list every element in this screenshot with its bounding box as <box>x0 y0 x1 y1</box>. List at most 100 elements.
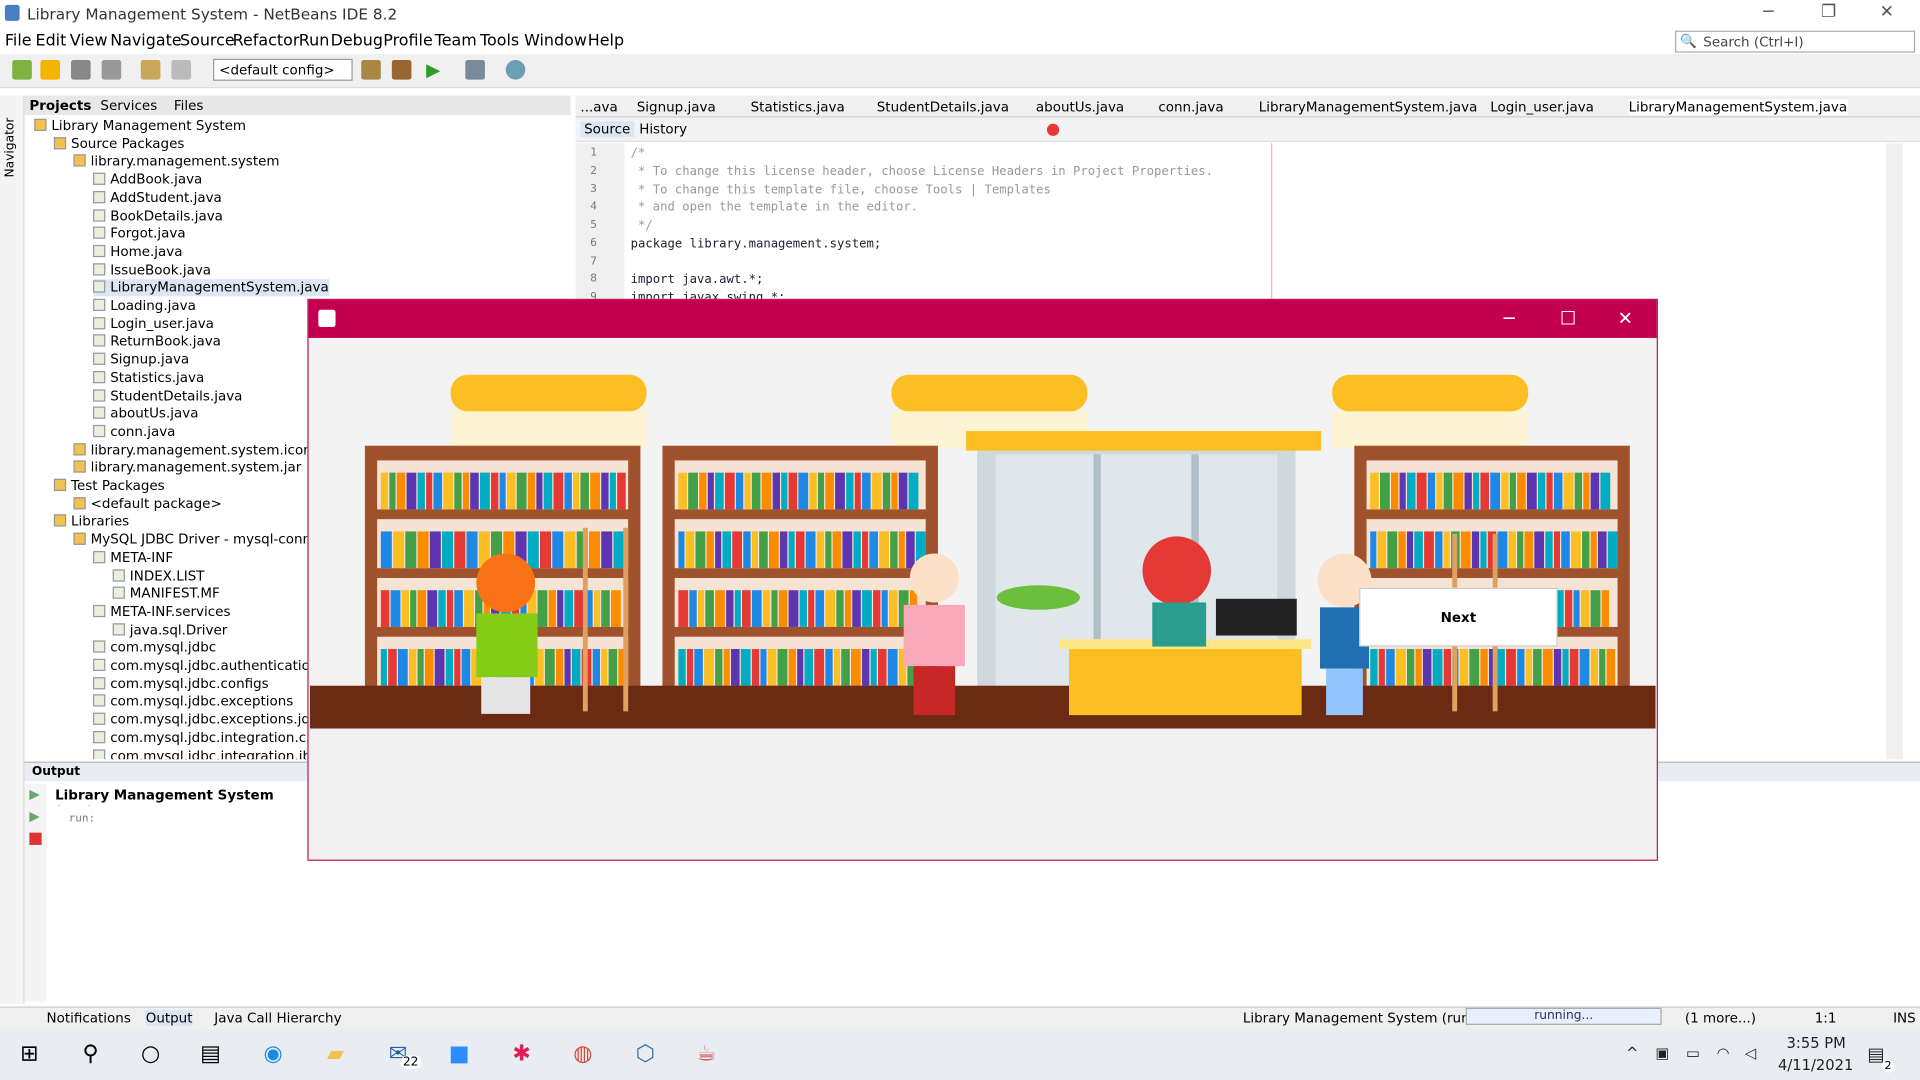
run-icon[interactable]: ▶ <box>426 59 440 81</box>
tree-node[interactable]: AddBook.java <box>93 172 202 189</box>
editor-tab[interactable]: Login_user.java <box>1490 99 1594 115</box>
task-view-icon[interactable]: ▤ <box>196 1041 225 1068</box>
new-file-icon[interactable] <box>12 60 32 80</box>
tree-node[interactable]: Forgot.java <box>93 226 186 243</box>
search-input[interactable]: Search (Ctrl+I) <box>1675 30 1916 53</box>
menu-profile[interactable]: Profile <box>383 32 432 50</box>
menu-tools[interactable]: Tools <box>480 32 519 50</box>
more-tasks[interactable]: (1 more...) <box>1685 1010 1756 1026</box>
tree-node[interactable]: com.mysql.jdbc.exceptions <box>93 694 293 711</box>
editor-tab-active[interactable]: LibraryManagementSystem.java <box>1628 99 1848 116</box>
output-status-tab[interactable]: Output <box>145 1010 193 1027</box>
maximize-button[interactable]: ❐ <box>1821 2 1836 22</box>
close-button[interactable]: ✕ <box>1880 2 1894 22</box>
tree-node[interactable]: library.management.system.icons <box>73 442 319 459</box>
menu-refactor[interactable]: Refactor <box>233 32 300 50</box>
java-icon[interactable]: ☕ <box>692 1041 721 1068</box>
wifi-icon[interactable]: ◠ <box>1717 1044 1730 1061</box>
tree-node[interactable]: Statistics.java <box>93 370 204 387</box>
tree-node[interactable]: Login_user.java <box>93 316 214 333</box>
menu-team[interactable]: Team <box>435 32 477 50</box>
tree-node[interactable]: Source Packages <box>53 136 185 153</box>
tray-chevron-icon[interactable]: ^ <box>1626 1044 1638 1061</box>
editor-tab[interactable]: conn.java <box>1158 99 1223 115</box>
tab-files[interactable]: Files <box>174 98 204 114</box>
next-button[interactable]: Next <box>1359 587 1558 647</box>
zoom-icon[interactable]: ■ <box>444 1041 473 1068</box>
tree-node[interactable]: Test Packages <box>53 478 165 495</box>
navigator-tab[interactable]: Navigator <box>4 118 17 178</box>
tree-node[interactable]: IssueBook.java <box>93 262 211 279</box>
menu-debug[interactable]: Debug <box>331 32 383 50</box>
editor-tab[interactable]: LibraryManagementSystem.java <box>1259 99 1478 115</box>
rerun-icon[interactable]: ▶ <box>29 786 39 802</box>
tree-node[interactable]: MANIFEST.MF <box>112 586 220 603</box>
menu-edit[interactable]: Edit <box>36 32 67 50</box>
stop-icon[interactable] <box>29 832 42 845</box>
notifications-tab[interactable]: Notifications <box>47 1010 131 1026</box>
output-run-tab[interactable]: Library Management System (run) <box>47 784 307 819</box>
tree-node[interactable]: com.mysql.jdbc.configs <box>93 676 269 693</box>
search-icon[interactable]: ⚲ <box>76 1041 105 1068</box>
editor-tab[interactable]: Statistics.java <box>751 99 845 115</box>
tree-node[interactable]: Signup.java <box>93 352 189 369</box>
debug-icon[interactable] <box>465 60 485 80</box>
tree-node[interactable]: com.mysql.jdbc.integration.c3p0 <box>93 730 332 747</box>
undo-icon[interactable] <box>140 60 161 80</box>
rerun-params-icon[interactable]: ▶ <box>29 808 39 824</box>
tree-node[interactable]: com.mysql.jdbc <box>93 640 216 657</box>
tree-node[interactable]: com.mysql.jdbc.exceptions.jdbc <box>93 712 326 729</box>
menu-run[interactable]: Run <box>299 32 330 50</box>
call-hierarchy-tab[interactable]: Java Call Hierarchy <box>214 1010 341 1026</box>
tree-node[interactable]: <default package> <box>73 496 222 513</box>
editor-tab[interactable]: aboutUs.java <box>1036 99 1124 115</box>
tree-node[interactable]: library.management.system.jar <box>73 460 301 477</box>
menu-navigate[interactable]: Navigate <box>110 32 181 50</box>
tree-node[interactable]: AddStudent.java <box>93 190 222 207</box>
editor-tab[interactable]: StudentDetails.java <box>877 99 1009 115</box>
menu-help[interactable]: Help <box>588 32 624 50</box>
menu-view[interactable]: View <box>70 32 108 50</box>
tree-node[interactable]: StudentDetails.java <box>93 388 242 405</box>
editor-scrollbar[interactable] <box>1885 143 1903 760</box>
tree-node[interactable]: META-INF.services <box>93 604 230 621</box>
chrome-icon[interactable]: ◍ <box>568 1041 597 1068</box>
tree-node[interactable]: LibraryManagementSystem.java <box>93 279 329 297</box>
slack-icon[interactable]: ✱ <box>507 1041 536 1068</box>
tree-node[interactable]: BookDetails.java <box>93 208 223 225</box>
tray-device-icon[interactable]: ▣ <box>1656 1044 1670 1061</box>
app-maximize-button[interactable]: ☐ <box>1560 307 1576 329</box>
tree-node[interactable]: Loading.java <box>93 298 196 315</box>
tree-node[interactable]: com.mysql.jdbc.authentication <box>93 658 318 675</box>
tree-node[interactable]: Libraries <box>53 514 129 531</box>
clean-build-icon[interactable] <box>391 60 412 80</box>
tree-node[interactable]: ReturnBook.java <box>93 334 221 351</box>
battery-icon[interactable]: ▭ <box>1686 1044 1700 1061</box>
volume-icon[interactable]: ◁ <box>1745 1044 1756 1061</box>
minimize-button[interactable]: ─ <box>1763 2 1773 22</box>
config-select[interactable]: <default config> <box>213 58 353 81</box>
app-close-button[interactable]: ✕ <box>1618 307 1633 329</box>
tree-node[interactable]: MySQL JDBC Driver - mysql-connec <box>73 532 327 549</box>
editor-tab[interactable]: ...ava <box>580 99 617 115</box>
tree-node[interactable]: INDEX.LIST <box>112 568 204 585</box>
tree-node[interactable]: META-INF <box>93 550 173 567</box>
menu-source[interactable]: Source <box>180 32 235 50</box>
profile-icon[interactable] <box>505 60 526 80</box>
history-tab[interactable]: History <box>639 121 687 137</box>
tree-node[interactable]: com.mysql.jdbc.integration.jbos <box>93 748 326 760</box>
open-project-icon[interactable] <box>71 60 91 80</box>
build-icon[interactable] <box>361 60 381 80</box>
tree-node[interactable]: Library Management System <box>34 118 246 135</box>
tree-node[interactable]: java.sql.Driver <box>112 622 227 639</box>
file-explorer-icon[interactable]: ▰ <box>321 1041 350 1068</box>
editor-tab[interactable]: Signup.java <box>637 99 716 115</box>
menu-window[interactable]: Window <box>524 32 587 50</box>
app-minimize-button[interactable]: ─ <box>1504 307 1515 329</box>
menu-file[interactable]: File <box>5 32 32 50</box>
record-macro-icon[interactable] <box>1046 123 1060 136</box>
tree-node[interactable]: Home.java <box>93 244 182 261</box>
notification-center-icon[interactable]: ▤ <box>1867 1043 1884 1065</box>
clock-time[interactable]: 3:55 PM <box>1787 1035 1846 1052</box>
tree-node[interactable]: aboutUs.java <box>93 406 198 423</box>
